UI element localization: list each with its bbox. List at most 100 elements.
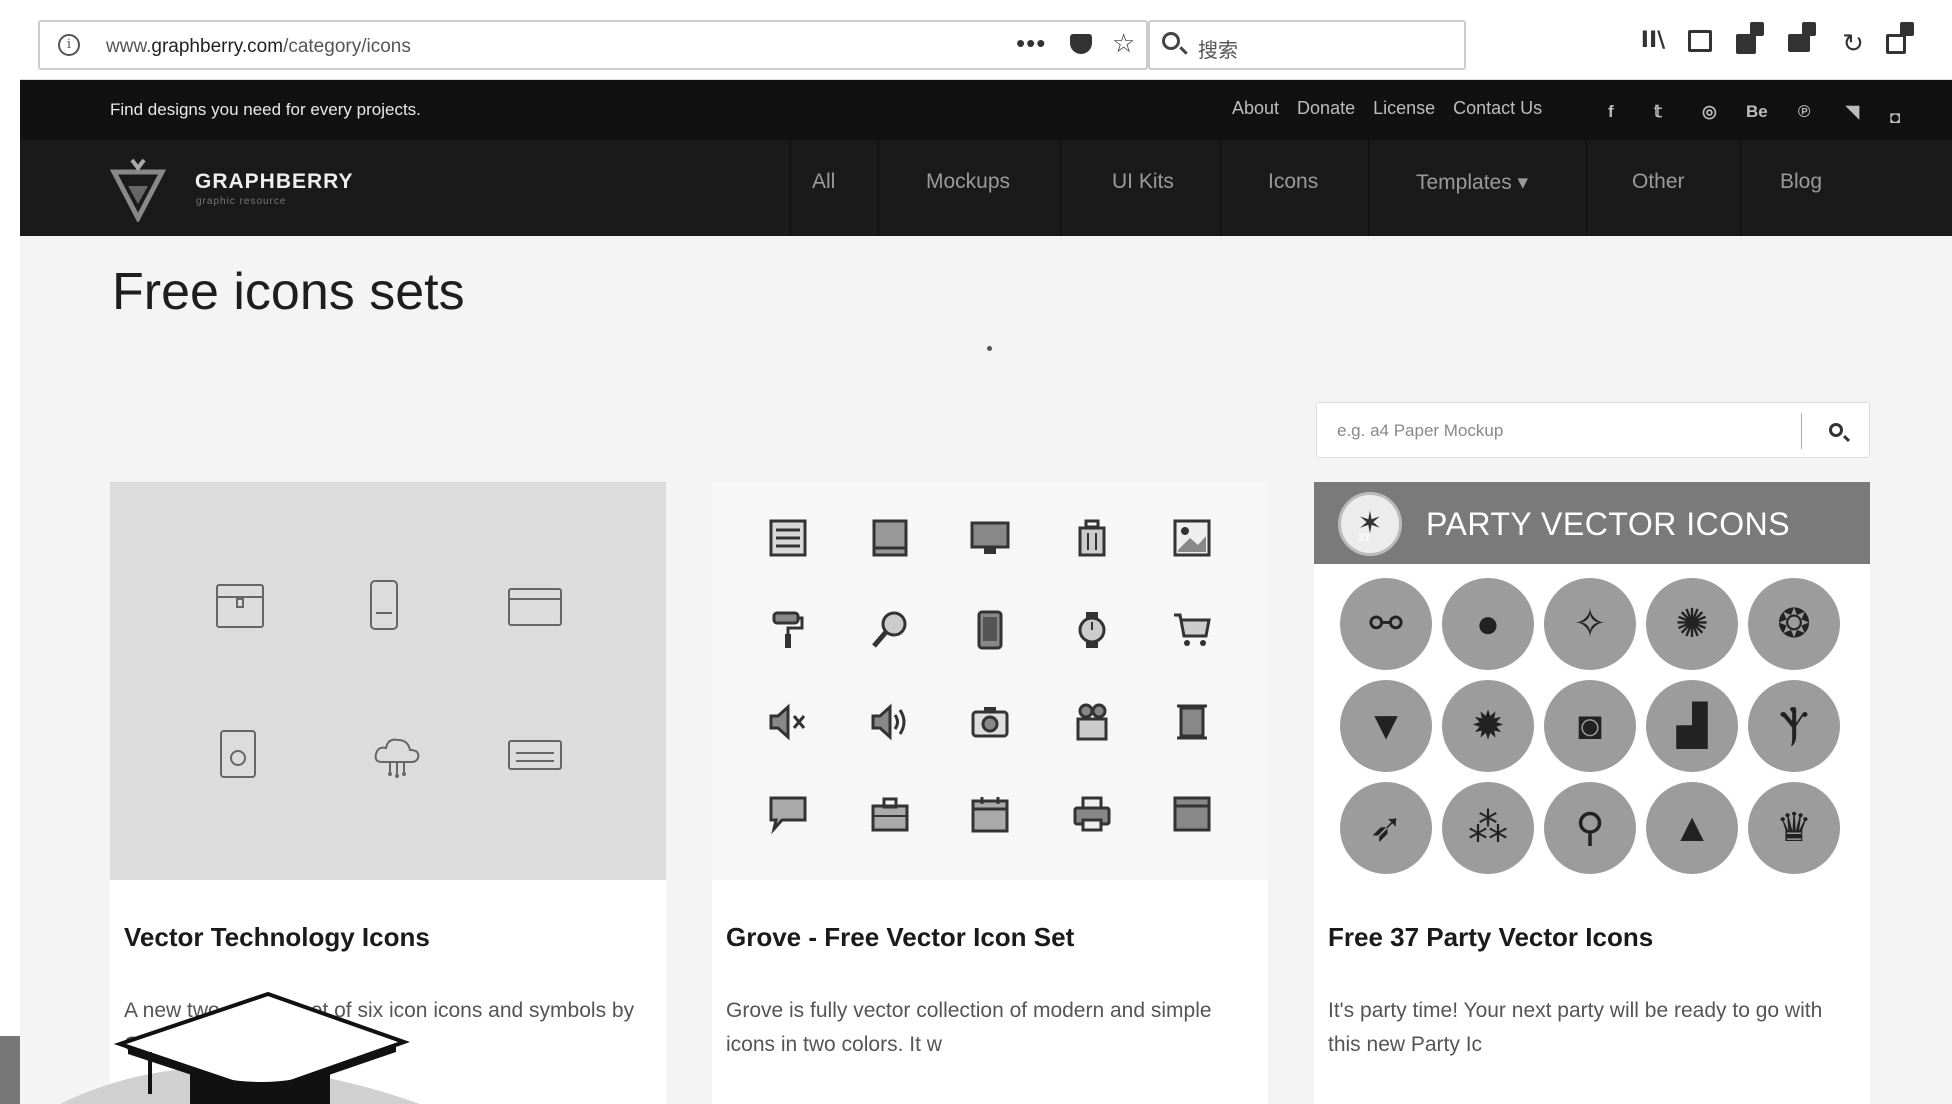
- search-divider: [1801, 413, 1802, 449]
- extension-badge-1: [1750, 22, 1764, 36]
- printer-icon: [1073, 796, 1111, 832]
- card-grove-icon-set[interactable]: Grove - Free Vector Icon Set Grove is fu…: [712, 482, 1268, 1104]
- sparkler-icon: ✺: [1646, 578, 1738, 670]
- facebook-icon[interactable]: f: [1608, 102, 1614, 122]
- page: i www.graphberry.com/category/icons ••• …: [0, 0, 1952, 1104]
- camera-icon: [971, 707, 1009, 738]
- trumpet-icon: ➶: [1340, 782, 1432, 874]
- graduation-cap-icon: [0, 991, 420, 1104]
- volume-icon: [871, 703, 906, 741]
- link-contact-us[interactable]: Contact Us: [1453, 98, 1542, 119]
- nav-blog[interactable]: Blog: [1780, 170, 1822, 194]
- more-actions-icon[interactable]: •••: [1016, 28, 1046, 59]
- card-title[interactable]: Free 37 Party Vector Icons: [1328, 922, 1653, 953]
- door-icon: [1177, 704, 1207, 740]
- card-thumbnail[interactable]: [712, 482, 1268, 880]
- logo-name[interactable]: GRAPHBERRY: [195, 170, 354, 194]
- ice-bucket-icon: ▟: [1646, 680, 1738, 772]
- page-title: Free icons sets: [112, 263, 465, 321]
- dribbble-icon[interactable]: ◎: [1702, 102, 1717, 122]
- champagne-glasses-icon: Ⲯ: [1748, 680, 1840, 772]
- extension-badge-3: [1900, 22, 1914, 36]
- nav-ui-kits[interactable]: UI Kits: [1112, 170, 1174, 194]
- nav-all[interactable]: All: [812, 170, 835, 194]
- browser-search-box[interactable]: 搜索: [1148, 20, 1466, 70]
- card-thumbnail[interactable]: ✶ 37 PARTY VECTOR ICONS ⚯ ● ✧ ✺ ❂ ▼ ✹ ◙ …: [1314, 482, 1870, 880]
- reload-icon[interactable]: ↻: [1838, 28, 1868, 58]
- phone-icon: [370, 580, 398, 630]
- nav-divider: [1060, 140, 1061, 236]
- address-bar[interactable]: i www.graphberry.com/category/icons ••• …: [38, 20, 1148, 70]
- keyboard-icon: [508, 740, 562, 770]
- briefcase-icon: [871, 797, 909, 832]
- bomb-icon: ●: [1442, 578, 1534, 670]
- nav-mockups[interactable]: Mockups: [926, 170, 1010, 194]
- link-donate[interactable]: Donate: [1297, 98, 1355, 119]
- top-links: About Donate License Contact Us: [1232, 98, 1542, 119]
- nav-divider: [1368, 140, 1369, 236]
- extension-icon-2[interactable]: [1788, 34, 1810, 52]
- nav-templates[interactable]: Templates ▾: [1416, 170, 1528, 195]
- card-description: Grove is fully vector collection of mode…: [726, 999, 1212, 1056]
- trash-icon: [1078, 519, 1106, 557]
- crown-icon: ♛: [1748, 782, 1840, 874]
- nav-divider: [878, 140, 879, 236]
- top-info-bar: Find designs you need for every projects…: [20, 80, 1952, 140]
- shopping-cart-icon: [1174, 613, 1211, 646]
- link-license[interactable]: License: [1373, 98, 1435, 119]
- list-icon: [769, 519, 807, 557]
- mute-icon: [769, 703, 806, 741]
- nav-other[interactable]: Other: [1632, 170, 1685, 194]
- behance-icon[interactable]: Be: [1746, 102, 1768, 122]
- image-icon: [1173, 519, 1211, 557]
- wreath-icon: ❂: [1748, 578, 1840, 670]
- extension-icon-3[interactable]: [1886, 34, 1906, 54]
- search-icon: [1162, 32, 1180, 50]
- card-title[interactable]: Vector Technology Icons: [124, 922, 430, 953]
- magnifier-icon: [872, 611, 907, 648]
- twitter-icon[interactable]: 𝕥: [1654, 102, 1662, 122]
- party-camera-icon: ◙: [1544, 680, 1636, 772]
- chat-bubble-icon: [769, 796, 807, 834]
- watch-icon: [1078, 612, 1106, 648]
- extension-icon-1[interactable]: [1736, 34, 1756, 54]
- card-party-vector-icons[interactable]: ✶ 37 PARTY VECTOR ICONS ⚯ ● ✧ ✺ ❂ ▼ ✹ ◙ …: [1314, 482, 1870, 1104]
- bookmark-star-icon[interactable]: ☆: [1112, 28, 1135, 59]
- extension-badge-2: [1802, 22, 1816, 36]
- nav-divider: [1740, 140, 1741, 236]
- badge-number: 37: [1358, 532, 1371, 544]
- nav-icons[interactable]: Icons: [1268, 170, 1318, 194]
- window-icon: [1173, 796, 1211, 832]
- rss-icon[interactable]: ◥: [1846, 102, 1859, 122]
- nav-divider: [1220, 140, 1221, 236]
- browser-search-placeholder: 搜索: [1198, 40, 1238, 62]
- graphberry-logo-icon[interactable]: [110, 156, 166, 222]
- nav-divider: [1586, 140, 1587, 236]
- browser-viewport: i www.graphberry.com/category/icons ••• …: [20, 0, 1952, 1104]
- calendar-icon: [971, 797, 1009, 833]
- party-hat-icon: ▲: [1646, 782, 1738, 874]
- link-about[interactable]: About: [1232, 98, 1279, 119]
- library-icon[interactable]: II\: [1638, 28, 1668, 56]
- site-search-input[interactable]: e.g. a4 Paper Mockup: [1337, 421, 1503, 441]
- mobile-phone-icon: [977, 610, 1003, 650]
- loading-dot: [987, 346, 992, 351]
- sidebar-toggle-icon[interactable]: [1688, 30, 1712, 52]
- nav-divider: [790, 140, 791, 236]
- confetti-popper-icon: ✧: [1544, 578, 1636, 670]
- book-icon: [872, 519, 908, 557]
- card-title[interactable]: Grove - Free Vector Icon Set: [726, 922, 1074, 953]
- pennant-icon: ▼: [1340, 680, 1432, 772]
- info-icon[interactable]: i: [58, 34, 80, 56]
- search-icon: [1829, 423, 1843, 437]
- card-thumbnail[interactable]: [110, 482, 666, 880]
- instagram-icon[interactable]: ◘: [1890, 108, 1900, 128]
- card-description: It's party time! Your next party will be…: [1328, 999, 1823, 1056]
- pinterest-icon[interactable]: ℗: [1798, 102, 1811, 122]
- site-search-button[interactable]: [1803, 403, 1871, 459]
- pocket-icon[interactable]: [1070, 34, 1092, 54]
- window-edge: [0, 0, 20, 1104]
- url-text[interactable]: www.graphberry.com/category/icons: [106, 36, 411, 58]
- site-tagline: Find designs you need for every projects…: [110, 100, 421, 119]
- browser-window-icon: [508, 588, 562, 626]
